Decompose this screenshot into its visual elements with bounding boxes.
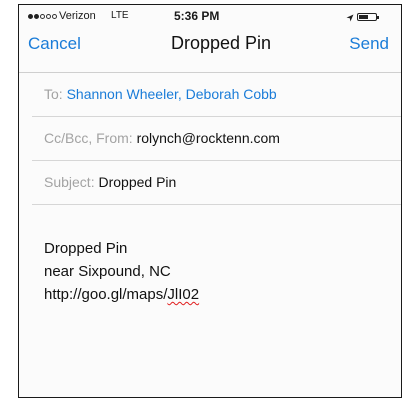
battery-cap	[377, 16, 379, 19]
map-link-prefix: http://goo.gl/maps/	[44, 286, 168, 303]
status-time: 5:36 PM	[174, 9, 220, 23]
cc-bcc-from-field[interactable]: Cc/Bcc, From: rolynch@rocktenn.com	[32, 117, 401, 161]
signal-dot	[28, 14, 33, 19]
network-type: LTE	[111, 10, 129, 21]
message-body[interactable]: Dropped Pin near Sixpound, NC http://goo…	[44, 237, 199, 306]
signal-dot	[52, 14, 57, 19]
from-address[interactable]: rolynch@rocktenn.com	[137, 130, 280, 146]
phone-screen: Verizon LTE 5:36 PM Cancel Dropped Pin S…	[18, 4, 402, 398]
battery-icon	[357, 13, 377, 21]
to-recipients[interactable]: Shannon Wheeler, Deborah Cobb	[67, 86, 277, 102]
carrier-name: Verizon	[59, 10, 96, 22]
signal-dot	[40, 14, 45, 19]
page-title: Dropped Pin	[170, 33, 272, 53]
map-link[interactable]: http://goo.gl/maps/JlI02	[44, 283, 199, 306]
subject-field[interactable]: Subject: Dropped Pin	[32, 161, 401, 205]
subject-label: Subject:	[44, 174, 95, 190]
cc-bcc-from-label: Cc/Bcc, From:	[44, 130, 133, 146]
body-line: near Sixpound, NC	[44, 263, 171, 280]
signal-strength-icon	[28, 14, 57, 19]
location-arrow-icon	[346, 14, 354, 22]
subject-value[interactable]: Dropped Pin	[98, 174, 176, 190]
signal-dot	[34, 14, 39, 19]
body-line: Dropped Pin	[44, 240, 128, 257]
to-label: To:	[44, 86, 63, 102]
signal-dot	[46, 14, 51, 19]
map-link-code: JlI02	[167, 286, 200, 303]
status-bar: Verizon LTE 5:36 PM	[19, 5, 401, 29]
battery-level	[359, 15, 368, 19]
to-field[interactable]: To: Shannon Wheeler, Deborah Cobb	[32, 73, 401, 117]
send-button[interactable]: Send	[349, 34, 389, 54]
